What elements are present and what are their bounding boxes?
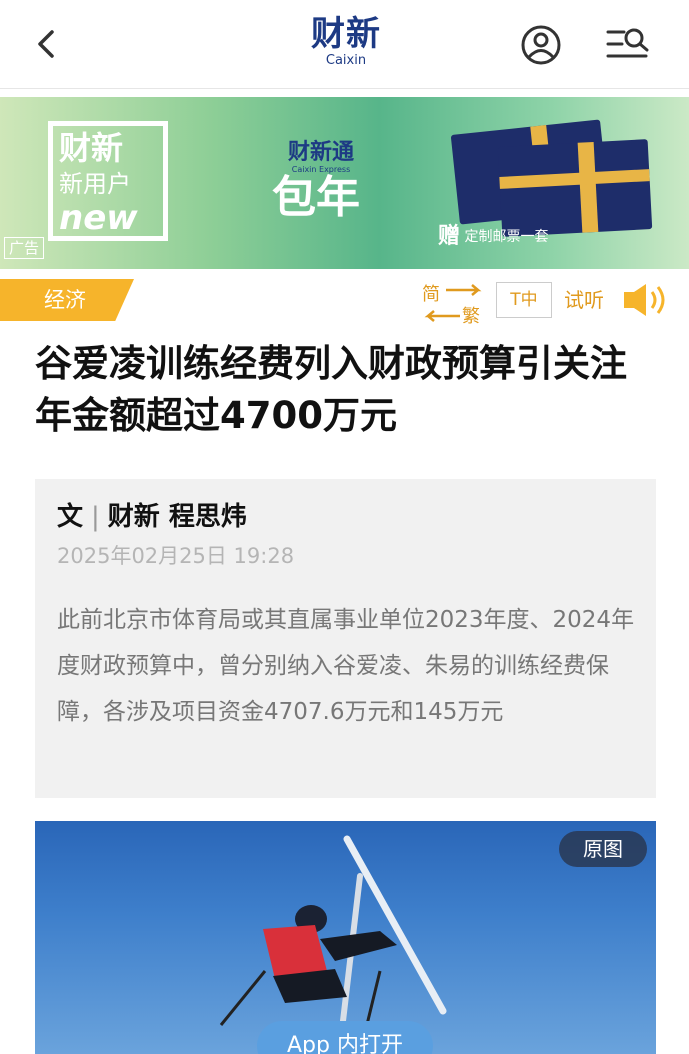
open-in-app-button[interactable]: App 内打开 xyxy=(257,1021,433,1054)
new-user-badge: 财新 新用户 new xyxy=(48,121,168,241)
byline: 文 | 财新 程思炜 xyxy=(57,499,247,535)
ad-label: 广告 xyxy=(4,237,45,259)
article-info-box: 文 | 财新 程思炜 2025年02月25日 19:28 此前北京市体育局或其直属事… xyxy=(35,479,656,798)
category-tag[interactable]: 经济 xyxy=(0,279,134,321)
new-user-text: 新用户 xyxy=(59,170,131,198)
view-original-button[interactable]: 原图 xyxy=(559,831,647,867)
byline-author[interactable]: 程思炜 xyxy=(169,502,247,532)
annual-offer-text: 包年 xyxy=(272,172,360,223)
speaker-icon[interactable] xyxy=(622,282,672,318)
article-summary: 此前北京市体育局或其直属事业单位2023年度、2024年度财政预算中，曾分别纳入… xyxy=(57,607,635,725)
menu-search-icon[interactable] xyxy=(606,26,650,62)
byline-source: 财新 xyxy=(107,502,160,532)
new-user-english: new xyxy=(59,198,138,238)
gift-caption: 赠 定制邮票一套 xyxy=(438,224,549,249)
caixin-express-logo: 财新通 Caixin Express xyxy=(276,141,366,175)
traditional-label: 繁 xyxy=(462,306,480,327)
publish-date: 2025年02月25日 19:28 xyxy=(57,544,295,568)
gift-description: 定制邮票一套 xyxy=(464,229,549,245)
user-account-icon[interactable] xyxy=(520,24,562,66)
stamp-gift-box-front xyxy=(497,139,653,237)
logo-english: Caixin xyxy=(325,53,367,68)
font-size-button[interactable]: T中 xyxy=(496,282,552,318)
gift-ribbon-horizontal xyxy=(499,169,650,189)
byline-prefix: 文 xyxy=(57,502,84,532)
logo-chinese: 财新 xyxy=(311,14,381,54)
gift-ribbon xyxy=(577,141,599,233)
listen-button[interactable]: 试听 xyxy=(564,282,612,318)
article-photo[interactable]: 原图 App 内打开 xyxy=(35,821,656,1054)
top-bar: 财新 Caixin xyxy=(0,0,689,89)
caixin-logo[interactable]: 财新 Caixin xyxy=(298,14,394,76)
new-user-brand: 财新 xyxy=(59,129,124,167)
ad-banner[interactable]: 财新 新用户 new 财新通 Caixin Express 包年 赠 定制邮票一… xyxy=(0,97,689,269)
back-arrow-icon[interactable] xyxy=(30,26,66,62)
express-chinese: 财新通 xyxy=(287,140,354,165)
gift-prefix: 赠 xyxy=(438,224,461,249)
article-title: 谷爱凌训练经费列入财政预算引关注 年金额超过4700万元 xyxy=(35,342,627,437)
category-label: 经济 xyxy=(44,288,86,312)
byline-separator: | xyxy=(91,502,100,532)
simplified-traditional-toggle[interactable]: 简 繁 xyxy=(420,282,486,327)
